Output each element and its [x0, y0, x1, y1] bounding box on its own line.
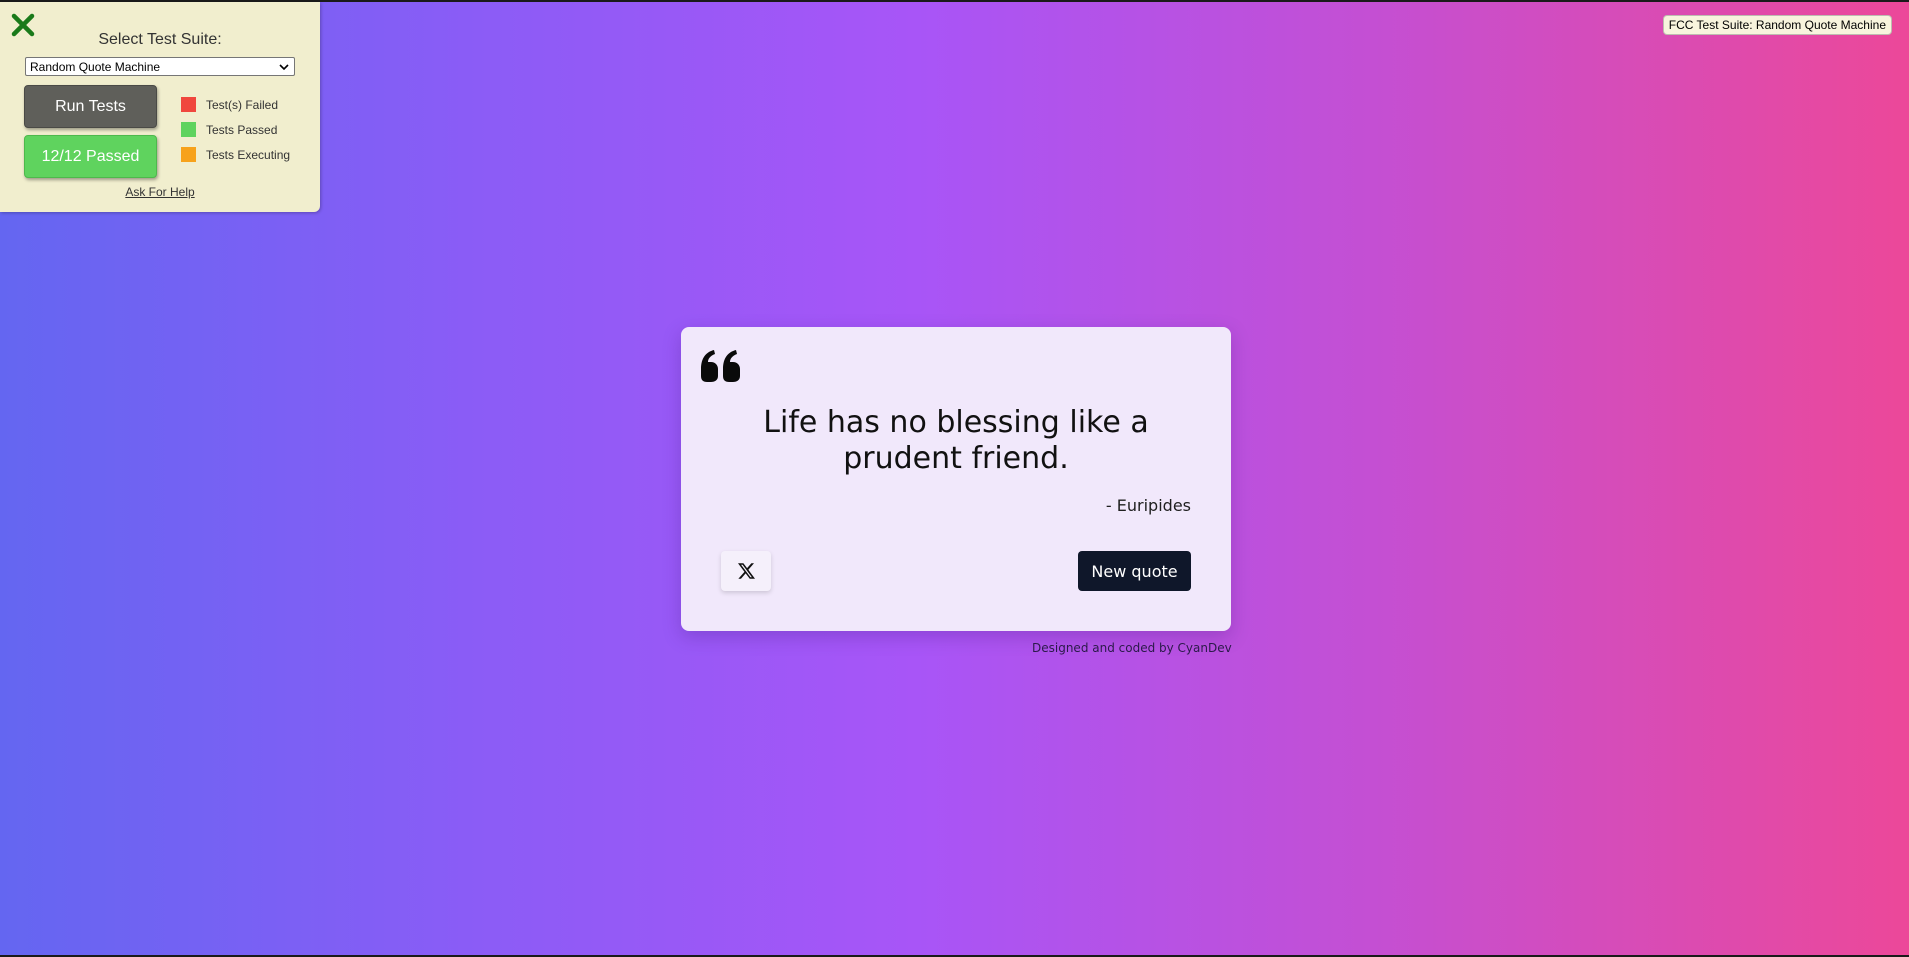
quote-author: - Euripides — [1105, 496, 1191, 515]
legend-failed-label: Test(s) Failed — [206, 97, 279, 112]
legend-passed: Tests Passed — [181, 122, 277, 137]
tweet-quote-button[interactable] — [721, 551, 771, 591]
executing-swatch — [181, 147, 196, 162]
legend-executing-label: Tests Executing — [206, 147, 291, 162]
new-quote-button[interactable]: New quote — [1078, 551, 1191, 591]
test-suite-selected-value: Random Quote Machine — [30, 59, 161, 74]
passed-swatch — [181, 122, 196, 137]
tests-passed-button[interactable]: 12/12 Passed — [24, 135, 157, 178]
quote-text: Life has no blessing like a prudent frie… — [763, 405, 1149, 476]
designer-credit: Designed and coded by CyanDev — [1032, 641, 1232, 655]
failed-swatch — [181, 97, 196, 112]
fcc-test-panel: Select Test Suite: Random Quote Machine … — [0, 2, 320, 212]
quote-mark-icon — [701, 350, 740, 382]
test-suite-title: Select Test Suite: — [98, 31, 222, 48]
fcc-suite-badge: FCC Test Suite: Random Quote Machine — [1662, 15, 1892, 35]
legend-failed: Test(s) Failed — [181, 97, 278, 112]
test-suite-select[interactable]: Random Quote Machine — [25, 57, 295, 76]
legend-passed-label: Tests Passed — [206, 122, 278, 137]
x-logo-icon — [737, 563, 755, 579]
quote-box: Life has no blessing like a prudent frie… — [681, 327, 1231, 631]
ask-for-help-link[interactable]: Ask For Help — [0, 185, 320, 199]
run-tests-button[interactable]: Run Tests — [24, 85, 157, 128]
chevron-down-icon — [279, 63, 289, 70]
legend-executing: Tests Executing — [181, 147, 290, 162]
